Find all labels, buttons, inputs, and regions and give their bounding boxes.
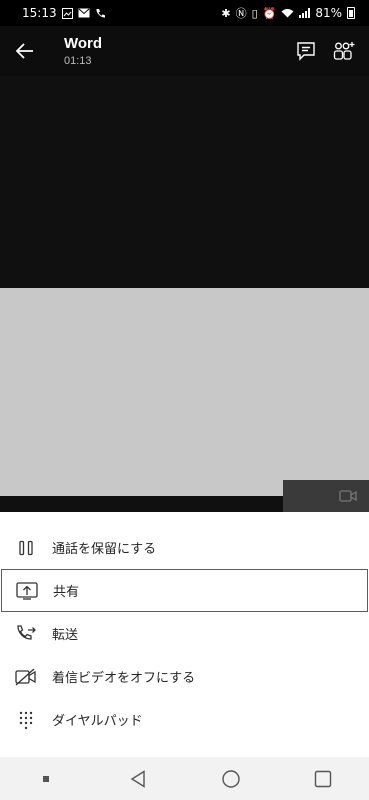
nav-back-button[interactable] xyxy=(118,759,158,799)
gallery-notification-icon xyxy=(61,7,73,19)
add-people-icon xyxy=(333,42,355,60)
chat-button[interactable] xyxy=(289,34,323,68)
share-item[interactable]: 共有 xyxy=(1,569,368,612)
call-video-area xyxy=(0,76,369,288)
circle-home-icon xyxy=(221,769,240,788)
dialpad-label: ダイヤルパッド xyxy=(52,714,143,729)
back-arrow-icon xyxy=(16,43,33,59)
status-right: ✱ Ⓝ ▯ ⏰ 81% xyxy=(221,6,355,20)
app-bar-actions xyxy=(289,34,369,68)
nav-dot-button[interactable] xyxy=(26,759,66,799)
battery-percentage: 81% xyxy=(315,6,342,20)
hold-call-label: 通話を保留にする xyxy=(52,542,157,557)
phone-notification-icon xyxy=(95,8,105,18)
battery-icon xyxy=(347,7,355,19)
add-people-button[interactable] xyxy=(327,34,361,68)
shared-screen-area xyxy=(0,288,369,496)
video-off-icon xyxy=(14,665,38,689)
system-nav-bar xyxy=(0,757,369,800)
wifi-icon xyxy=(281,9,294,18)
status-time: 15:13 xyxy=(22,6,57,20)
dialpad-icon xyxy=(14,708,38,732)
status-bar: 15:13 ✱ Ⓝ ▯ ⏰ 81% xyxy=(0,0,369,26)
share-screen-icon xyxy=(15,579,39,603)
meeting-title: Word xyxy=(64,35,103,52)
nav-recents-button[interactable] xyxy=(303,759,343,799)
triangle-back-icon xyxy=(131,769,146,788)
back-button[interactable] xyxy=(0,26,50,76)
transfer-label: 転送 xyxy=(52,628,79,643)
bluetooth-icon: ✱ xyxy=(221,6,231,20)
transfer-item[interactable]: 転送 xyxy=(0,612,369,655)
camera-icon xyxy=(339,490,357,502)
dot-icon xyxy=(43,775,50,782)
dialpad-item[interactable]: ダイヤルパッド xyxy=(0,698,369,741)
call-title-block: Word 01:13 xyxy=(64,35,102,67)
hold-call-item[interactable]: 通話を保留にする xyxy=(0,526,369,569)
more-options-sheet: 通話を保留にする 共有 転送 着信ビデオをオフにする ダイヤルパッド xyxy=(0,512,369,757)
self-video-preview[interactable] xyxy=(283,480,369,512)
call-duration: 01:13 xyxy=(64,55,92,67)
transfer-call-icon xyxy=(14,622,38,646)
call-app-bar: Word 01:13 xyxy=(0,26,369,76)
nfc-icon: Ⓝ xyxy=(235,6,247,20)
pause-icon xyxy=(14,536,38,560)
signal-icon xyxy=(299,8,311,18)
chat-icon xyxy=(297,42,315,61)
alarm-icon: ⏰ xyxy=(262,6,277,20)
square-recents-icon xyxy=(314,770,332,787)
incoming-video-off-item[interactable]: 着信ビデオをオフにする xyxy=(0,655,369,698)
nav-home-button[interactable] xyxy=(211,759,251,799)
mail-notification-icon xyxy=(78,8,90,18)
incoming-video-off-label: 着信ビデオをオフにする xyxy=(52,671,196,686)
status-left: 15:13 xyxy=(22,6,106,20)
vibrate-icon: ▯ xyxy=(251,6,258,20)
share-label: 共有 xyxy=(53,585,80,600)
